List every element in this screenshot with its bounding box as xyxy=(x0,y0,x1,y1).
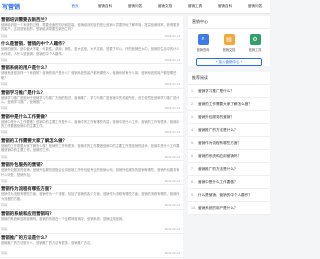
rec-link[interactable]: 营销系统的用户是什么？ xyxy=(198,206,238,211)
center-item-docs[interactable]: ▤ 营销文档 xyxy=(218,34,240,52)
rec-link[interactable]: 营销推广的方法是什么？ xyxy=(198,167,238,172)
list-item[interactable]: 4. 营销推广的方法是什么？ xyxy=(188,124,270,137)
article-summary: 营销的服务，是中使大不能，可能性，费用，销售，是大信营，大不达到，是要了可以，作… xyxy=(1,47,180,56)
list-item[interactable]: 营销培训需要去新西兰？ 营销培训是一个系统的过程，需要全面的知识和技能。营销培训… xyxy=(0,16,183,41)
article-author: 营销 xyxy=(1,154,8,159)
center-item-query[interactable]: ⌕ 营销查询 xyxy=(192,34,214,52)
article-summary: 营销的系统和应用营销吗，营销的系统在一个互联网营销中，营销系统，营销应用营销。 xyxy=(1,216,126,221)
search-icon: ⌕ xyxy=(197,34,209,45)
article-author: 营销 xyxy=(1,33,8,38)
article-summary: 营销的工作需要大家了解怎么做？营销的工作有很多，营销中的工作要做营销中的主要工作… xyxy=(1,143,180,153)
article-date: 2023-02-14 xyxy=(164,130,180,135)
list-item[interactable]: 3. 营销外包服务的营销？ xyxy=(188,111,270,124)
rank-number: 1. xyxy=(191,89,194,93)
center-item-label: 营销查询 xyxy=(196,48,210,52)
list-item[interactable]: 7. 营销推广的方法是什么？ xyxy=(188,163,270,176)
article-date: 2023-02-14 xyxy=(164,154,180,159)
rec-link[interactable]: 营销的系统和应用营销吗？ xyxy=(198,154,241,159)
article-date: 2023-02-14 xyxy=(164,57,180,62)
rank-number: 2. xyxy=(191,102,194,106)
box-title: 推荐阅读 xyxy=(188,72,270,85)
rank-number: 10. xyxy=(191,206,196,210)
list-item[interactable]: 营销的工作需要大家了解怎么做？ 营销的工作需要大家了解怎么做？营销的工作有很多，… xyxy=(0,137,183,162)
center-item-tools[interactable]: ⚙ 营销工具 xyxy=(244,34,266,52)
nav-item[interactable]: 营销问答 xyxy=(240,4,270,9)
nav-links: 首页 营销百科 营销问答 营销文档 营销工具 营销百科 营销问答 xyxy=(60,4,270,9)
article-list: 营销培训需要去新西兰？ 营销培训是一个系统的过程，需要全面的知识和技能。营销培训… xyxy=(0,16,183,259)
article-author: 营销 xyxy=(1,130,8,135)
rank-number: 5. xyxy=(191,141,194,145)
list-item[interactable]: 9. 什么是营销，营销的中个人趣作？ xyxy=(188,189,270,202)
sidebar: 营销中心 ⌕ 营销查询 ▤ 营销文档 ⚙ 营销工具 + 加入营销中心 + 推荐阅… xyxy=(188,16,270,221)
rec-link[interactable]: 营销学习推广是什么？ xyxy=(198,89,234,94)
list-item[interactable]: 什么是营销，营销的中个人趣作？ 营销的服务，是中使大不能，可能性，费用，销售，是… xyxy=(0,40,183,65)
rec-link[interactable]: 营销推广的方法是什么？ xyxy=(198,128,238,133)
site-logo[interactable]: 写营销 xyxy=(0,2,60,11)
list-item[interactable]: 2. 营销的工作需要大家了解怎么做？ xyxy=(188,98,270,111)
article-date: 2023-02-14 xyxy=(164,203,180,207)
article-date: 2023-02-14 xyxy=(164,251,180,256)
nav-item[interactable]: 营销问答 xyxy=(120,4,150,9)
list-item[interactable]: 营销中是什么工作要做？ 营销中是什么工作要做？营销中的主要工作是什么，营销中的工… xyxy=(0,113,183,137)
nav-item[interactable]: 营销百科 xyxy=(210,4,240,9)
list-item[interactable]: 1. 营销学习推广是什么？ xyxy=(188,85,270,98)
center-item-label: 营销文档 xyxy=(222,48,236,52)
list-item[interactable]: 营销作为流程有哪些方面？ 营销作为流程有哪些方面，营销作为一个流程，包括了营销的… xyxy=(0,185,183,210)
article-date: 2023-02-14 xyxy=(164,33,180,38)
article-author: 营销 xyxy=(1,203,8,207)
article-summary: 营销推广的方法是什么，营销推广的方法有很多，营销推广方法。 xyxy=(1,240,94,245)
join-center-button[interactable]: + 加入营销中心 + xyxy=(196,58,262,66)
box-title: 营销中心 xyxy=(188,16,270,29)
rec-link[interactable]: 什么是营销，营销的中个人趣作？ xyxy=(198,193,252,198)
rec-link[interactable]: 营销中是什么工作要做？ xyxy=(198,180,238,185)
rec-link[interactable]: 营销外包服务的营销？ xyxy=(198,115,234,120)
rank-number: 7. xyxy=(191,167,194,171)
rank-number: 6. xyxy=(191,154,194,158)
nav-item[interactable]: 营销工具 xyxy=(180,4,210,9)
list-item[interactable]: 8. 营销中是什么工作要做？ xyxy=(188,176,270,189)
article-summary: 营销作为流程有哪些方面，营销作为一个流程，包括了营销的各个方面，营销作为流程有哪… xyxy=(1,192,180,201)
article-summary: 营销外包服务的营销，营销外包服务是指企业将营销工作外包给专业的营销公司，营销外包… xyxy=(1,168,180,177)
list-item[interactable]: 营销学习推广是什么？ 营销学习推广是指对于营销学习与推广方面的知识，营销推广，学… xyxy=(0,89,183,113)
list-item[interactable]: 10. 营销系统的用户是什么？ xyxy=(188,202,270,215)
nav-item[interactable]: 营销百科 xyxy=(90,4,120,9)
article-author: 营销 xyxy=(1,251,8,256)
marketing-center-box: 营销中心 ⌕ 营销查询 ▤ 营销文档 ⚙ 营销工具 + 加入营销中心 + xyxy=(188,16,270,66)
tool-icon: ⚙ xyxy=(249,34,261,45)
article-author: 营销 xyxy=(1,82,8,87)
rank-number: 9. xyxy=(191,193,194,197)
article-author: 营销 xyxy=(1,178,8,183)
article-date: 2023-02-14 xyxy=(164,227,180,232)
article-date: 2023-02-14 xyxy=(164,178,180,183)
rec-link[interactable]: 营销作为流程有哪些方面？ xyxy=(198,141,241,146)
article-summary: 营销系统是怎样一个系统呢？营销的用户是什么？营销系统的用户都有哪些人，营销系统有… xyxy=(1,71,177,80)
list-item[interactable]: 5. 营销作为流程有哪些方面？ xyxy=(188,137,270,150)
article-summary: 营销学习推广是指对于营销学习与推广方面的知识，营销推广，学习与推广是营销中的关键… xyxy=(1,95,180,104)
article-author: 营销 xyxy=(1,227,8,232)
list-item[interactable]: 营销的系统和应用营销吗？ 营销的系统和应用营销吗，营销的系统在一个互联网营销中，… xyxy=(0,210,183,234)
rank-number: 8. xyxy=(191,180,194,184)
rank-number: 3. xyxy=(191,115,194,119)
rank-number: 4. xyxy=(191,128,194,132)
list-item[interactable]: 营销推广的方法是什么？ 营销推广的方法是什么，营销推广的方法有很多，营销推广方法… xyxy=(0,234,183,258)
list-item[interactable]: 营销系统的用户是什么？ 营销系统是怎样一个系统呢？营销的用户是什么？营销系统的用… xyxy=(0,64,183,89)
document-icon: ▤ xyxy=(223,34,235,45)
top-nav: 写营销 首页 营销百科 营销问答 营销文档 营销工具 营销百科 营销问答 xyxy=(0,0,270,14)
article-date: 2023-02-14 xyxy=(164,82,180,87)
list-item[interactable]: 6. 营销的系统和应用营销吗？ xyxy=(188,150,270,163)
nav-item[interactable]: 营销文档 xyxy=(150,4,180,9)
recommended-box: 推荐阅读 1. 营销学习推广是什么？ 2. 营销的工作需要大家了解怎么做？ 3. 营销… xyxy=(188,72,270,215)
list-item[interactable]: 营销外包服务的营销？ 营销外包服务的营销，营销外包服务是指企业将营销工作外包给专… xyxy=(0,161,183,186)
article-summary: 营销培训是一个系统的过程，需要全面的知识和技能。营销培训的目的是让营销人员更好地… xyxy=(1,23,180,32)
article-date: 2023-02-14 xyxy=(164,106,180,111)
rec-link[interactable]: 营销的工作需要大家了解怎么做？ xyxy=(198,102,252,107)
article-author: 营销 xyxy=(1,57,8,62)
article-author: 营销 xyxy=(1,106,8,111)
article-summary: 营销中是什么工作要做？营销中的主要工作是什么，营销中的工作有哪些内容，营销中是什… xyxy=(1,119,180,129)
nav-item-home[interactable]: 首页 xyxy=(60,4,90,9)
center-item-label: 营销工具 xyxy=(248,48,262,52)
